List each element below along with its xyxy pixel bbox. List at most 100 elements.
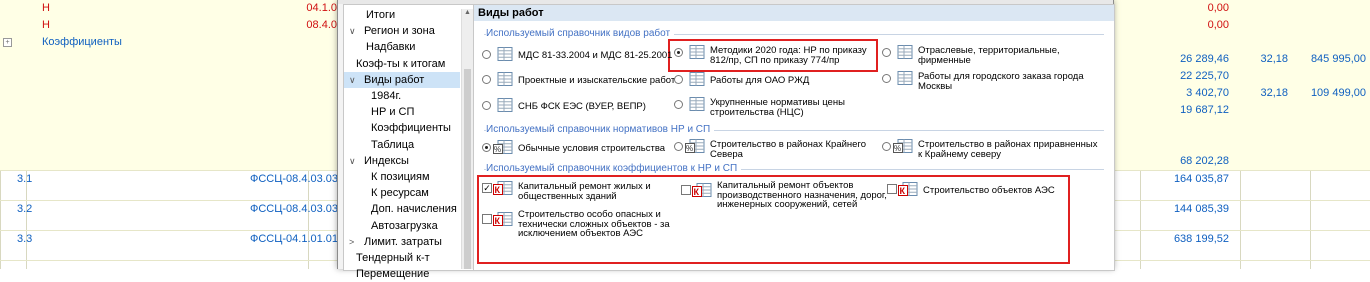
radio-button[interactable] <box>482 50 491 59</box>
radio-option[interactable]: Работы для городского заказа города Москв… <box>882 71 1084 105</box>
option-label: к Крайнему северу <box>918 148 1001 160</box>
radio-button[interactable] <box>882 74 891 83</box>
option-label: Севера <box>710 148 743 160</box>
radio-button[interactable] <box>482 75 491 84</box>
panel-header: Виды работ <box>474 5 1114 21</box>
nav-item[interactable]: Тендерный к-т <box>344 250 460 266</box>
row-number: 3.1 <box>17 173 33 185</box>
nav-item-label: Доп. начисления <box>371 203 457 216</box>
percent-grid-icon: % <box>493 140 513 154</box>
settings-dialog: ▲ Итоги ∨ Регион и зона Надбавки Коэф-ты к и… <box>337 0 1115 280</box>
section-work-types-title: Используемый справочник видов работ <box>486 28 675 39</box>
radio-button[interactable] <box>674 75 683 84</box>
row-sum: 26 289,46 <box>1180 53 1229 65</box>
row-total: 845 995,00 <box>1310 53 1366 65</box>
option-label: Обычные условия строительства <box>518 143 666 154</box>
checkbox[interactable]: ✓ <box>482 183 492 193</box>
checkbox-option[interactable]: К Строительство особо опасных и технически… <box>482 209 677 246</box>
row-number: 3.3 <box>17 233 33 245</box>
chevron-icon[interactable]: ∨ <box>349 23 356 39</box>
svg-text:К: К <box>694 187 700 197</box>
radio-button[interactable] <box>882 142 891 151</box>
row-coef: 32,18 <box>1260 53 1288 65</box>
nav-item[interactable]: ∨ Регион и зона <box>344 23 460 39</box>
option-label: МДС 81-33.2004 и МДС 81-25.2001 <box>518 50 673 61</box>
option-label: Строительство объектов АЭС <box>923 185 1055 196</box>
nav-item[interactable]: Доп. начисления <box>344 201 460 217</box>
option-label: исключением объектов АЭС <box>518 228 643 239</box>
nav-item-label: Виды работ <box>364 73 425 86</box>
nav-item-label: Таблица <box>371 138 415 151</box>
svg-text:К: К <box>495 185 501 195</box>
nav-item[interactable]: Таблица <box>344 137 460 153</box>
row-sum: 144 085,39 <box>1173 203 1229 215</box>
nav-item-label: Коэффициенты <box>371 122 451 135</box>
grid-icon <box>897 45 913 59</box>
nav-item[interactable]: ∨ Индексы <box>344 153 460 169</box>
option-label: Работы для ОАО РЖД <box>710 75 810 86</box>
row-name: ФССЦ-08.4.03.03- <box>250 203 342 215</box>
nav-scrollbar[interactable]: ▲ <box>461 9 473 269</box>
nav-item-label: К ресурсам <box>371 187 429 200</box>
radio-option[interactable]: % Строительство в районах приравненных к К… <box>882 139 1097 173</box>
nav-item[interactable]: Коэффициенты <box>344 120 460 136</box>
svg-text:%: % <box>686 144 693 153</box>
svg-text:К: К <box>495 216 501 226</box>
chevron-icon[interactable]: ∨ <box>349 72 356 88</box>
checkbox[interactable] <box>482 214 492 224</box>
nav-item[interactable]: ∨ Виды работ <box>344 71 460 88</box>
checkbox-option[interactable]: К Капитальный ремонт объектов производстве… <box>681 180 887 217</box>
scroll-thumb[interactable] <box>464 69 471 269</box>
checkbox[interactable] <box>681 185 691 195</box>
coefficient-k-icon: К <box>493 212 513 226</box>
grid-icon <box>689 97 705 111</box>
row-number: 3.2 <box>17 203 33 215</box>
grid-icon <box>897 71 913 85</box>
checkbox[interactable] <box>887 184 897 194</box>
radio-button[interactable] <box>674 48 683 57</box>
nav-item[interactable]: Надбавки <box>344 39 460 55</box>
radio-button[interactable] <box>482 101 491 110</box>
radio-button[interactable] <box>674 100 683 109</box>
percent-grid-icon: % <box>685 139 705 153</box>
radio-option[interactable]: % Обычные условия строительства <box>482 140 677 174</box>
nav-item[interactable]: К ресурсам <box>344 185 460 201</box>
nav-item[interactable]: НР и СП <box>344 104 460 120</box>
svg-text:К: К <box>900 186 906 196</box>
nav-item[interactable]: Итоги <box>344 7 460 23</box>
row-code: Коэффициенты <box>42 36 122 48</box>
option-label: фирменные <box>918 54 971 66</box>
settings-nav-tree: ▲ Итоги ∨ Регион и зона Надбавки Коэф-ты к и… <box>343 4 475 280</box>
nav-item[interactable]: Автозагрузка <box>344 218 460 234</box>
radio-button[interactable] <box>882 48 891 57</box>
radio-button[interactable] <box>674 142 683 151</box>
radio-option[interactable]: СНБ ФСК ЕЭС (ВУЕР, ВЕПР) <box>482 98 677 132</box>
scroll-up-icon[interactable]: ▲ <box>463 9 472 19</box>
option-label: строительства (НЦС) <box>710 106 804 118</box>
radio-option[interactable]: % Строительство в районах Крайнего Севера <box>674 139 869 173</box>
row-sum: 19 687,12 <box>1180 104 1229 116</box>
row-sum: 3 402,70 <box>1186 87 1229 99</box>
nav-item[interactable]: К позициям <box>344 169 460 185</box>
nav-item-label: 1984г. <box>371 90 402 102</box>
radio-option[interactable]: Укрупненные нормативы цены строительства … <box>674 97 869 131</box>
row-sum: 68 202,28 <box>1180 155 1229 167</box>
row-code: Н <box>42 2 50 14</box>
svg-text:%: % <box>494 145 501 154</box>
checkbox-option[interactable]: К Строительство объектов АЭС <box>887 182 1082 216</box>
nav-item[interactable]: 1984г. <box>344 88 460 104</box>
row-total: 109 499,00 <box>1310 87 1366 99</box>
grid-icon <box>497 98 513 112</box>
nav-item[interactable]: > Лимит. затраты <box>344 234 460 250</box>
chevron-icon[interactable]: > <box>349 234 354 250</box>
chevron-icon[interactable]: ∨ <box>349 153 356 169</box>
row-name: ФССЦ-04.1.01.01- <box>250 233 342 245</box>
option-label: общественных зданий <box>518 190 617 202</box>
nav-item-label: Итоги <box>366 9 396 21</box>
radio-button[interactable] <box>482 143 491 152</box>
nav-item[interactable]: Коэф-ты к итогам <box>344 56 460 72</box>
nav-item-label: Коэф-ты к итогам <box>356 57 446 70</box>
row-code: Н <box>42 19 50 31</box>
coefficient-k-icon: К <box>493 181 513 195</box>
expand-toggle-icon[interactable]: + <box>3 38 12 47</box>
